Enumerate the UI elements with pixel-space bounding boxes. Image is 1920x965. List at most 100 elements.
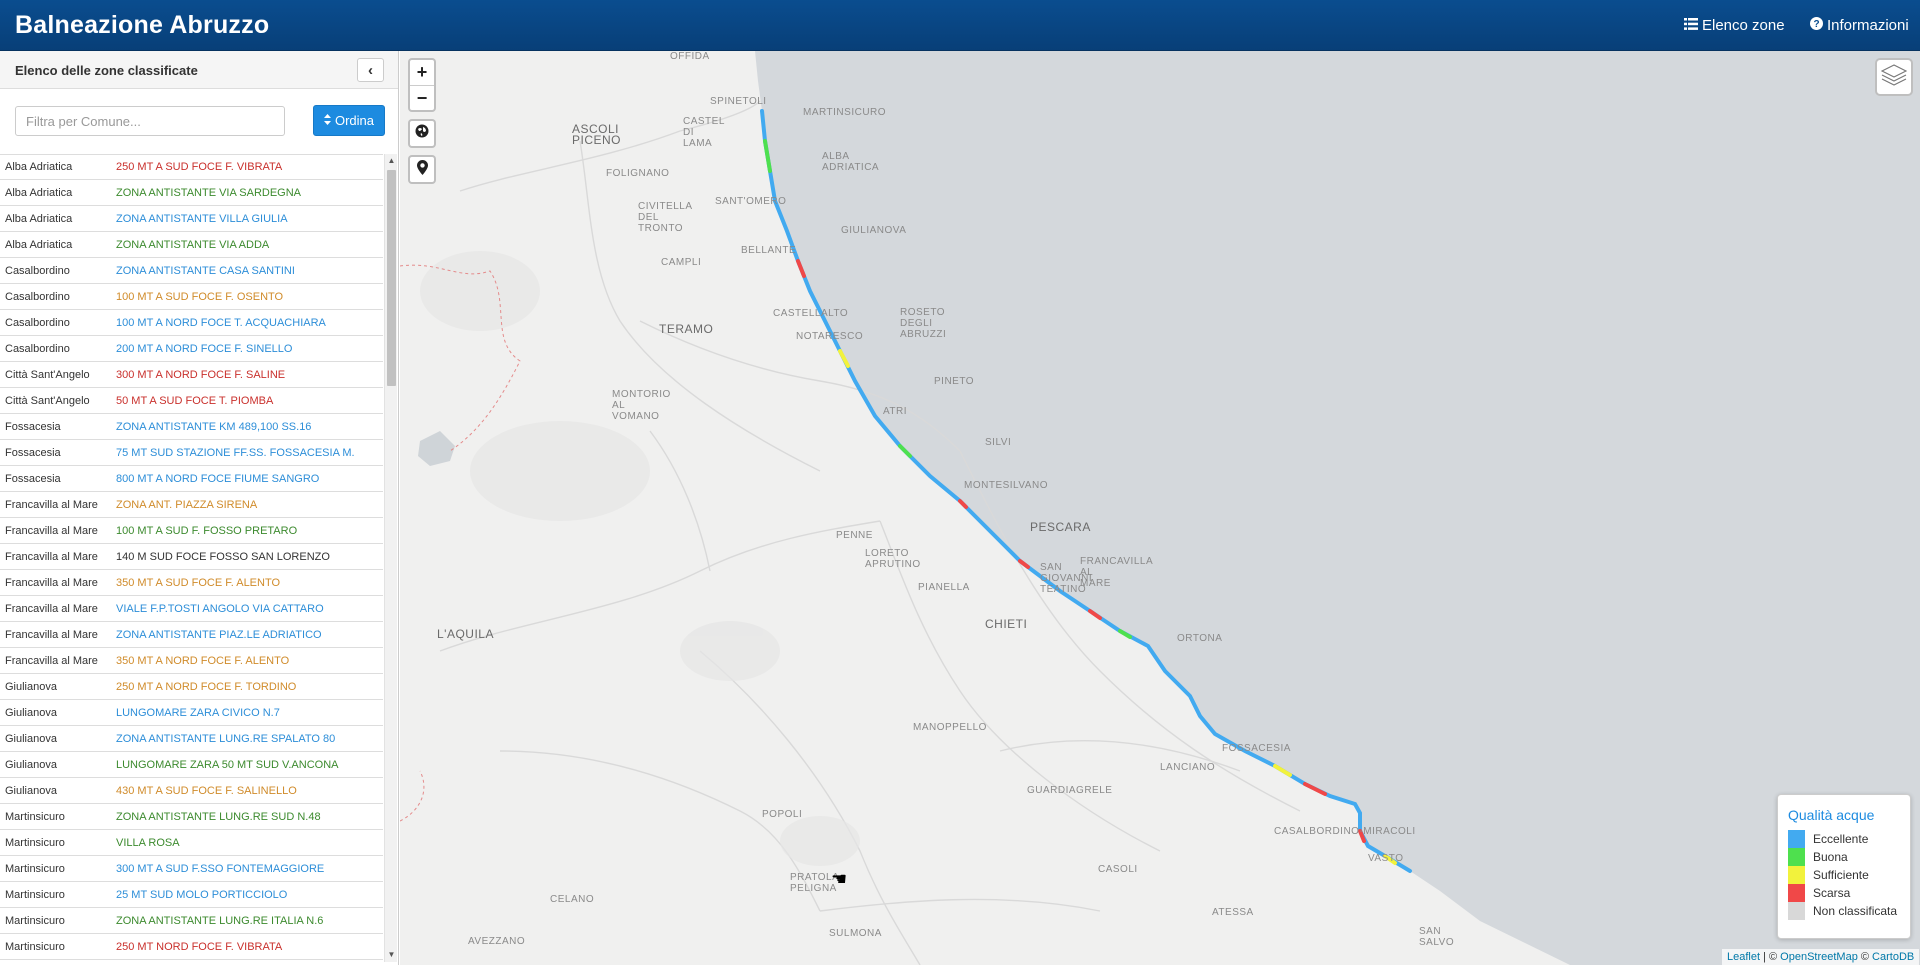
- zone-row[interactable]: Francavilla al Mare ZONA ANT. PIAZZA SIRE…: [0, 492, 383, 518]
- zone-row[interactable]: Francavilla al Mare 350 MT A NORD FOCE F.…: [0, 648, 383, 674]
- zone-name[interactable]: 250 MT NORD FOCE F. VIBRATA: [116, 941, 383, 953]
- zone-name[interactable]: 350 MT A NORD FOCE F. ALENTO: [116, 655, 383, 667]
- zone-name[interactable]: ZONA ANTISTANTE VIA SARDEGNA: [116, 187, 383, 199]
- zone-row[interactable]: Giulianova 250 MT A NORD FOCE F. TORDINO: [0, 674, 383, 700]
- zone-comune: Francavilla al Mare: [5, 550, 98, 563]
- zone-row[interactable]: Giulianova LUNGOMARE ZARA 50 MT SUD V.ANC…: [0, 752, 383, 778]
- zone-name[interactable]: 140 M SUD FOCE FOSSO SAN LORENZO: [116, 551, 383, 563]
- zone-name[interactable]: ZONA ANTISTANTE VILLA GIULIA: [116, 213, 383, 225]
- sort-button[interactable]: Ordina: [313, 105, 385, 136]
- zone-name[interactable]: 100 MT A SUD F. FOSSO PRETARO: [116, 525, 383, 537]
- zone-row[interactable]: Martinsicuro ZONA ANTISTANTE LUNG.RE SUD …: [0, 804, 383, 830]
- zone-row[interactable]: Casalbordino 200 MT A NORD FOCE F. SINELL…: [0, 336, 383, 362]
- zone-row[interactable]: Casalbordino 100 MT A NORD FOCE T. ACQUAC…: [0, 310, 383, 336]
- zone-row[interactable]: Martinsicuro 25 MT SUD MOLO PORTICCIOLO: [0, 882, 383, 908]
- place-label: PESCARA: [1030, 520, 1091, 534]
- zone-name[interactable]: ZONA ANTISTANTE LUNG.RE ITALIA N.6: [116, 915, 383, 927]
- zoom-out-button[interactable]: −: [410, 85, 434, 110]
- zone-comune: Martinsicuro: [5, 940, 65, 953]
- zone-row[interactable]: Francavilla al Mare ZONA ANTISTANTE PIAZ.…: [0, 622, 383, 648]
- locate-button[interactable]: [408, 155, 436, 184]
- zone-name[interactable]: 50 MT A SUD FOCE T. PIOMBA: [116, 395, 383, 407]
- zone-name[interactable]: 200 MT A NORD FOCE F. SINELLO: [116, 343, 383, 355]
- sidebar-title: Elenco delle zone classificate: [15, 63, 198, 78]
- zoom-in-button[interactable]: +: [410, 60, 434, 85]
- zone-list-scrollbar[interactable]: ▲ ▼: [384, 154, 397, 962]
- filter-comune-input[interactable]: [15, 106, 285, 136]
- zone-name[interactable]: 250 MT A SUD FOCE F. VIBRATA: [116, 161, 383, 173]
- zone-name[interactable]: ZONA ANTISTANTE LUNG.RE SUD N.48: [116, 811, 383, 823]
- legend-item: Buona: [1788, 848, 1900, 866]
- legend-item: Non classificata: [1788, 902, 1900, 920]
- zone-row[interactable]: Francavilla al Mare VIALE F.P.TOSTI ANGOL…: [0, 596, 383, 622]
- zone-name[interactable]: VILLA ROSA: [116, 837, 383, 849]
- legend-item: Sufficiente: [1788, 866, 1900, 884]
- place-label: ALBA ADRIATICA: [822, 151, 880, 173]
- zone-row[interactable]: Casalbordino ZONA ANTISTANTE CASA SANTINI: [0, 258, 383, 284]
- zone-row[interactable]: Giulianova ZONA ANTISTANTE LUNG.RE SPALAT…: [0, 726, 383, 752]
- zone-row[interactable]: Giulianova LUNGOMARE ZARA CIVICO N.7: [0, 700, 383, 726]
- zone-comune: Fossacesia: [5, 472, 61, 485]
- zone-row[interactable]: Città Sant'Angelo 300 MT A NORD FOCE F. S…: [0, 362, 383, 388]
- zone-row[interactable]: Alba Adriatica ZONA ANTISTANTE VIA SARDEG…: [0, 180, 383, 206]
- nav-informazioni[interactable]: ? Informazioni: [1810, 17, 1909, 34]
- zone-name[interactable]: 250 MT A NORD FOCE F. TORDINO: [116, 681, 383, 693]
- zone-row[interactable]: Alba Adriatica ZONA ANTISTANTE VILLA GIUL…: [0, 206, 383, 232]
- zone-row[interactable]: Fossacesia ZONA ANTISTANTE KM 489,100 SS.…: [0, 414, 383, 440]
- place-label: PINETO: [934, 376, 975, 387]
- zone-name[interactable]: ZONA ANTISTANTE PIAZ.LE ADRIATICO: [116, 629, 383, 641]
- scroll-down-arrow-icon[interactable]: ▼: [385, 948, 398, 962]
- zone-name[interactable]: ZONA ANTISTANTE LUNG.RE SPALATO 80: [116, 733, 383, 745]
- zone-row[interactable]: Giulianova 430 MT A SUD FOCE F. SALINELLO: [0, 778, 383, 804]
- leaflet-link[interactable]: Leaflet: [1727, 951, 1760, 963]
- zone-row[interactable]: Martinsicuro 300 MT A SUD F.SSO FONTEMAGG…: [0, 856, 383, 882]
- zone-name[interactable]: VIALE F.P.TOSTI ANGOLO VIA CATTARO: [116, 603, 383, 615]
- chevron-left-icon: ‹: [368, 61, 373, 79]
- nav-informazioni-label: Informazioni: [1827, 17, 1909, 34]
- map-view[interactable]: OFFIDA SPINETOLI ASCOLI PICENO CASTEL DI LAMA M…: [400, 51, 1920, 965]
- legend-title: Qualità acque: [1788, 807, 1875, 823]
- zone-name[interactable]: 25 MT SUD MOLO PORTICCIOLO: [116, 889, 383, 901]
- zone-name[interactable]: LUNGOMARE ZARA CIVICO N.7: [116, 707, 383, 719]
- nav-elenco-zone[interactable]: Elenco zone: [1684, 17, 1785, 34]
- zone-name[interactable]: 300 MT A NORD FOCE F. SALINE: [116, 369, 383, 381]
- zone-name[interactable]: 800 MT A NORD FOCE FIUME SANGRO: [116, 473, 383, 485]
- zone-name[interactable]: ZONA ANTISTANTE CASA SANTINI: [116, 265, 383, 277]
- cartodb-link[interactable]: CartoDB: [1872, 951, 1914, 963]
- zone-row[interactable]: Casalbordino 100 MT A SUD FOCE F. OSENTO: [0, 284, 383, 310]
- zone-name[interactable]: 75 MT SUD STAZIONE FF.SS. FOSSACESIA M.: [116, 447, 383, 459]
- zone-name[interactable]: 100 MT A SUD FOCE F. OSENTO: [116, 291, 383, 303]
- zone-row[interactable]: Alba Adriatica 250 MT A SUD FOCE F. VIBRA…: [0, 154, 383, 180]
- zone-name[interactable]: 350 MT A SUD FOCE F. ALENTO: [116, 577, 383, 589]
- zone-name[interactable]: 430 MT A SUD FOCE F. SALINELLO: [116, 785, 383, 797]
- zone-row[interactable]: Alba Adriatica ZONA ANTISTANTE VIA ADDA: [0, 232, 383, 258]
- zone-comune: Città Sant'Angelo: [5, 368, 90, 381]
- zone-row[interactable]: Fossacesia 75 MT SUD STAZIONE FF.SS. FOSS…: [0, 440, 383, 466]
- zone-name[interactable]: 100 MT A NORD FOCE T. ACQUACHIARA: [116, 317, 383, 329]
- zone-row[interactable]: Francavilla al Mare 140 M SUD FOCE FOSSO …: [0, 544, 383, 570]
- legend-swatch: [1788, 902, 1805, 920]
- openstreetmap-link[interactable]: OpenStreetMap: [1780, 951, 1858, 963]
- scroll-up-arrow-icon[interactable]: ▲: [385, 154, 398, 168]
- zone-row[interactable]: Città Sant'Angelo 50 MT A SUD FOCE T. PIO…: [0, 388, 383, 414]
- zone-row[interactable]: Martinsicuro VILLA ROSA: [0, 830, 383, 856]
- zone-row[interactable]: Fossacesia 800 MT A NORD FOCE FIUME SANGR…: [0, 466, 383, 492]
- zone-name[interactable]: ZONA ANTISTANTE KM 489,100 SS.16: [116, 421, 383, 433]
- zone-row[interactable]: Francavilla al Mare 100 MT A SUD F. FOSSO…: [0, 518, 383, 544]
- layers-control-button[interactable]: [1875, 58, 1913, 96]
- zone-comune: Francavilla al Mare: [5, 628, 98, 641]
- zone-name[interactable]: ZONA ANT. PIAZZA SIRENA: [116, 499, 383, 511]
- zone-name[interactable]: 300 MT A SUD F.SSO FONTEMAGGIORE: [116, 863, 383, 875]
- app-title[interactable]: Balneazione Abruzzo: [15, 11, 269, 40]
- zone-row[interactable]: Francavilla al Mare 350 MT A SUD FOCE F. …: [0, 570, 383, 596]
- zone-row[interactable]: Martinsicuro 250 MT NORD FOCE F. VIBRATA: [0, 934, 383, 960]
- zone-name[interactable]: ZONA ANTISTANTE VIA ADDA: [116, 239, 383, 251]
- legend-label: Eccellente: [1813, 832, 1869, 846]
- zone-name[interactable]: LUNGOMARE ZARA 50 MT SUD V.ANCONA: [116, 759, 383, 771]
- world-view-button[interactable]: [408, 119, 436, 148]
- scroll-thumb[interactable]: [387, 170, 396, 386]
- place-label: L'AQUILA: [437, 627, 494, 641]
- question-icon: ?: [1810, 17, 1823, 34]
- collapse-sidebar-button[interactable]: ‹: [357, 58, 384, 82]
- zone-row[interactable]: Martinsicuro ZONA ANTISTANTE LUNG.RE ITAL…: [0, 908, 383, 934]
